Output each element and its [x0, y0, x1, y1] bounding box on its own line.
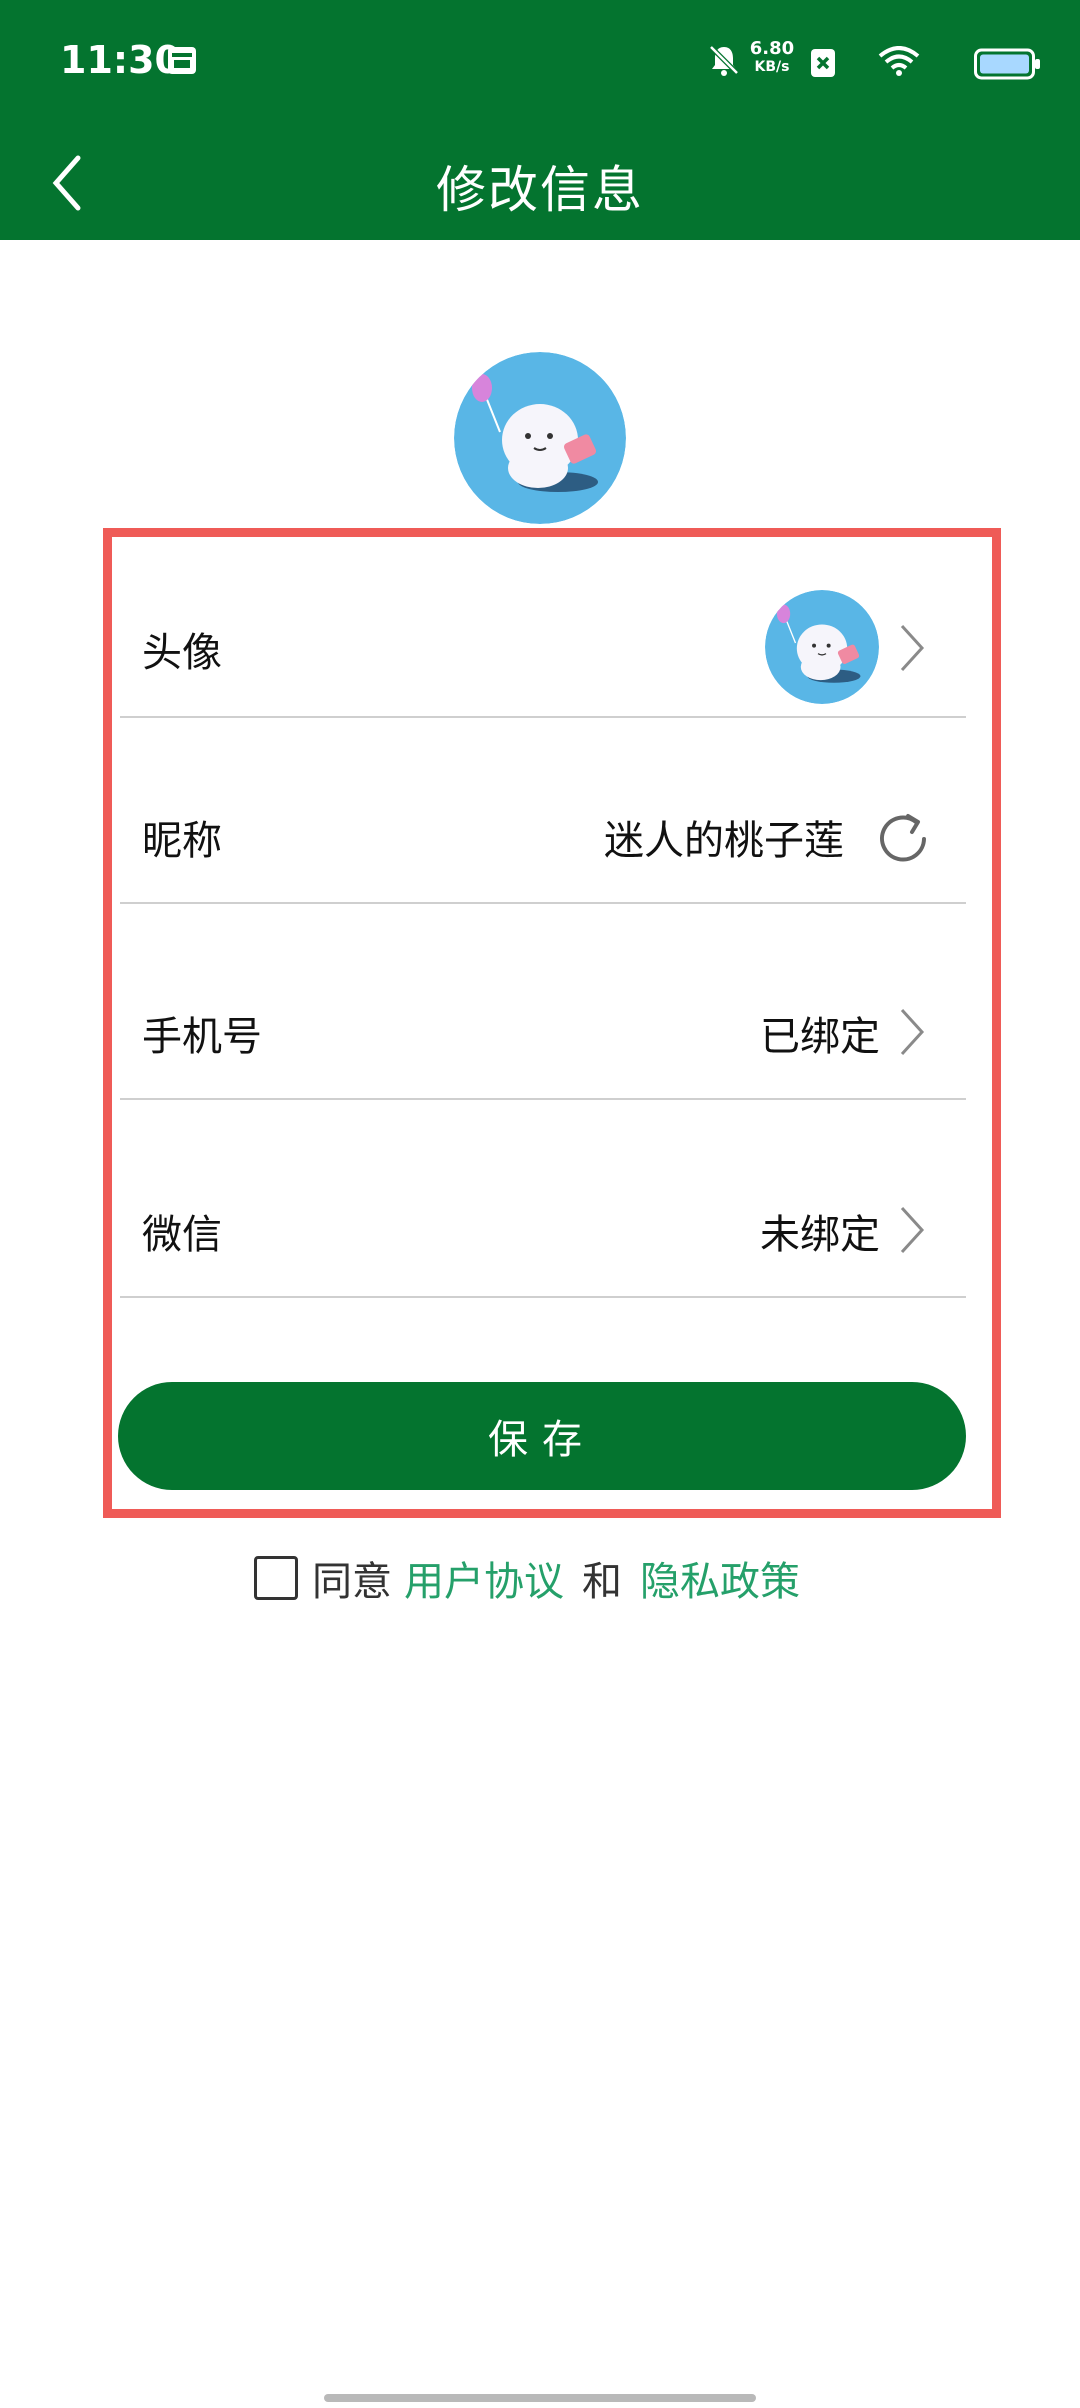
user-agreement-link[interactable]: 用户协议	[404, 1549, 564, 1607]
calendar-icon	[168, 47, 196, 74]
home-indicator[interactable]	[324, 2394, 756, 2402]
nickname-value: 迷人的桃子莲	[604, 818, 844, 864]
wechat-label: 微信	[142, 1212, 222, 1258]
phone-label: 手机号	[142, 1014, 262, 1060]
agreement-and: 和	[582, 1559, 622, 1605]
app-header: 修改信息	[0, 126, 1080, 240]
network-speed-unit: KB/s	[754, 59, 790, 75]
chevron-right-icon	[900, 1206, 925, 1254]
save-button[interactable]: 保存	[118, 1382, 966, 1490]
nickname-label: 昵称	[142, 818, 222, 864]
wechat-row[interactable]: 微信 未绑定	[120, 1098, 966, 1298]
page-title: 修改信息	[436, 161, 644, 219]
wifi-icon	[878, 46, 920, 76]
chevron-right-icon	[900, 624, 925, 672]
avatar-large[interactable]	[454, 352, 626, 524]
avatar-row[interactable]: 头像	[120, 540, 966, 718]
avatar-row-label: 头像	[142, 630, 222, 676]
bell-muted-icon	[709, 45, 739, 76]
battery-icon	[974, 48, 1040, 80]
agreement-checkbox[interactable]	[254, 1556, 298, 1600]
privacy-policy-link[interactable]: 隐私政策	[640, 1549, 800, 1607]
phone-value: 已绑定	[760, 1014, 880, 1060]
avatar-small	[765, 590, 879, 704]
network-speed-value: 6.80	[749, 38, 795, 59]
agreement-row: 同意 用户协议 和 隐私政策	[254, 1550, 812, 1606]
agreement-prefix: 同意	[312, 1559, 392, 1605]
status-bar: 11:30 6.80 KB/s	[0, 0, 1080, 126]
phone-row[interactable]: 手机号 已绑定	[120, 902, 966, 1100]
sim-x-icon	[811, 49, 835, 77]
nickname-row[interactable]: 昵称 迷人的桃子莲	[120, 716, 966, 904]
wechat-value: 未绑定	[760, 1212, 880, 1258]
refresh-icon[interactable]	[872, 808, 934, 870]
avatar-illustration	[454, 352, 626, 524]
chevron-right-icon	[900, 1008, 925, 1056]
network-speed: 6.80 KB/s	[748, 40, 796, 76]
status-time: 11:30	[60, 38, 181, 82]
avatar-small-illustration	[765, 590, 879, 704]
